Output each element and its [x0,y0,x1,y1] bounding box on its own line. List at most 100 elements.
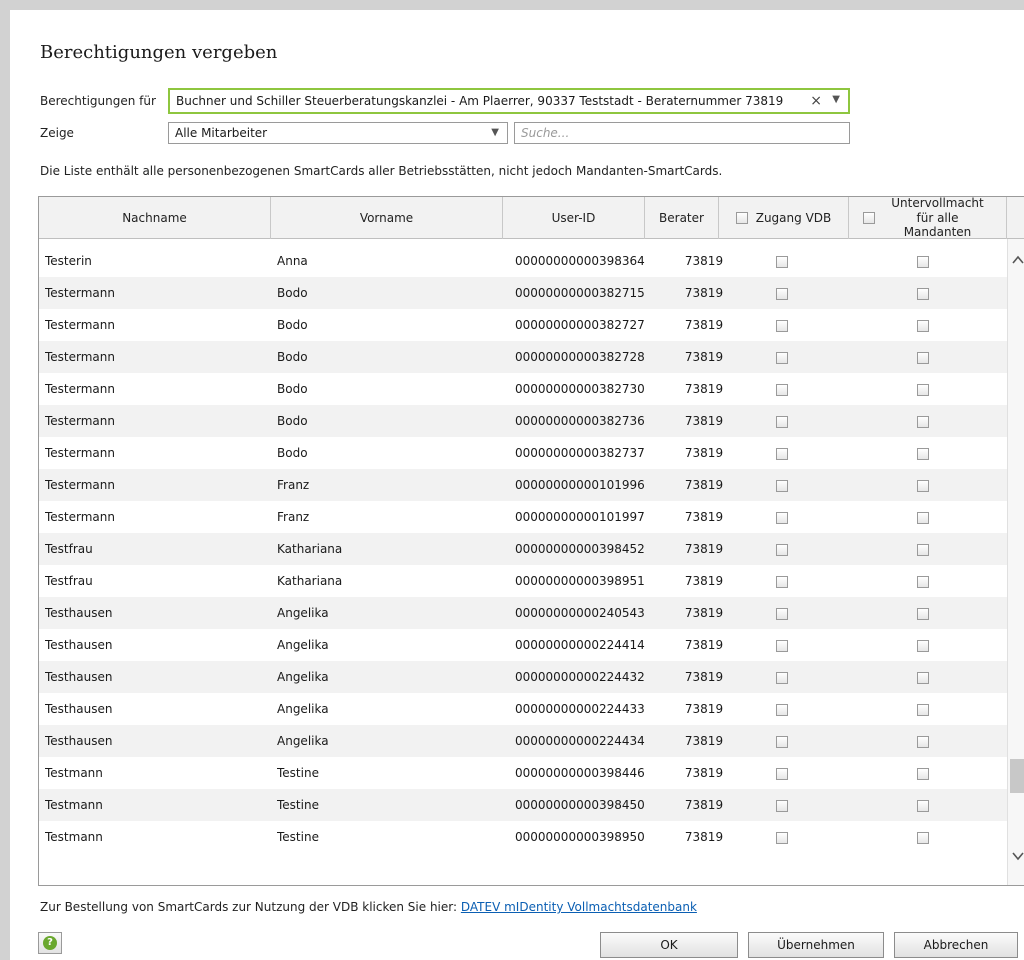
table-row[interactable]: Testermann Bodo 00000000000382736 73819 [39,405,1009,437]
table-row[interactable]: Testermann Bodo 00000000000382715 73819 [39,277,1009,309]
table-row[interactable]: Testermann Bodo 00000000000382737 73819 [39,437,1009,469]
untervollmacht-checkbox[interactable] [917,383,929,396]
zugang-vdb-checkbox[interactable] [776,415,788,428]
untervollmacht-checkbox[interactable] [917,735,929,748]
cell-nachname: Testermann [45,286,115,300]
cell-user-id: 00000000000398951 [515,574,645,588]
untervollmacht-checkbox[interactable] [917,287,929,300]
vdb-order-link[interactable]: DATEV mIDentity Vollmachtsdatenbank [461,900,697,914]
table-header: Nachname Vorname User-ID Berater Zugang … [39,197,1024,239]
column-header-berater[interactable]: Berater [645,197,719,239]
untervollmacht-checkbox[interactable] [917,351,929,364]
permissions-for-combobox[interactable]: Buchner und Schiller Steuerberatungskanz… [168,88,850,114]
scrollbar-thumb[interactable] [1010,759,1024,793]
apply-button[interactable]: Übernehmen [748,932,884,958]
zugang-vdb-checkbox[interactable] [776,639,788,652]
cell-vorname: Kathariana [277,542,343,556]
table-row[interactable]: Testmann Testine 00000000000398446 73819 [39,757,1009,789]
cell-zugang-vdb [719,565,845,597]
chevron-up-icon[interactable] [1011,253,1024,267]
cancel-button[interactable]: Abbrechen [894,932,1018,958]
table-row[interactable]: Testhausen Angelika 00000000000224433 73819 [39,693,1009,725]
untervollmacht-checkbox[interactable] [917,543,929,556]
zugang-vdb-checkbox[interactable] [776,287,788,300]
cell-user-id: 00000000000101996 [515,478,645,492]
search-input[interactable] [514,122,850,144]
ok-button[interactable]: OK [600,932,738,958]
untervollmacht-checkbox[interactable] [917,319,929,332]
cell-untervollmacht [849,277,997,309]
table-row[interactable]: Testhausen Angelika 00000000000224414 73819 [39,629,1009,661]
table-row[interactable]: Testermann Franz 00000000000101997 73819 [39,501,1009,533]
untervollmacht-checkbox[interactable] [917,671,929,684]
cell-vorname: Angelika [277,702,329,716]
table-row[interactable]: Testhausen Angelika 00000000000224434 73819 [39,725,1009,757]
chevron-down-icon[interactable]: ▼ [491,127,499,138]
untervollmacht-checkbox[interactable] [917,831,929,844]
cell-untervollmacht [849,501,997,533]
cell-user-id: 00000000000224434 [515,734,645,748]
zugang-vdb-checkbox[interactable] [776,479,788,492]
help-button[interactable]: ? [38,932,62,954]
untervollmacht-checkbox[interactable] [917,415,929,428]
column-header-user-id[interactable]: User-ID [503,197,645,239]
untervollmacht-checkbox[interactable] [917,703,929,716]
zugang-vdb-checkbox[interactable] [776,767,788,780]
table-row[interactable]: Testhausen Angelika 00000000000240543 73819 [39,597,1009,629]
zugang-vdb-checkbox[interactable] [776,735,788,748]
zugang-vdb-checkbox[interactable] [776,799,788,812]
zugang-vdb-checkbox[interactable] [776,543,788,556]
vertical-scrollbar[interactable] [1007,239,1024,885]
column-header-vorname[interactable]: Vorname [271,197,503,239]
table-row[interactable]: Testerin Anna 00000000000398364 73819 [39,245,1009,277]
untervollmacht-checkbox[interactable] [917,255,929,268]
table-row[interactable]: Testmann Testine 00000000000398950 73819 [39,821,1009,853]
zugang-vdb-checkbox[interactable] [776,319,788,332]
zugang-vdb-checkbox[interactable] [776,511,788,524]
column-header-zugang-vdb[interactable]: Zugang VDB [719,197,849,239]
table-row[interactable]: Testmann Testine 00000000000398450 73819 [39,789,1009,821]
zugang-vdb-checkbox[interactable] [776,255,788,268]
table-row[interactable]: Testermann Bodo 00000000000382728 73819 [39,341,1009,373]
select-all-untervollmacht-checkbox[interactable] [862,212,875,224]
untervollmacht-checkbox[interactable] [917,575,929,588]
zugang-vdb-checkbox[interactable] [776,383,788,396]
zugang-vdb-checkbox[interactable] [776,607,788,620]
untervollmacht-checkbox[interactable] [917,799,929,812]
cell-untervollmacht [849,341,997,373]
cell-nachname: Testermann [45,318,115,332]
cell-nachname: Testhausen [45,606,113,620]
table-row[interactable]: Testermann Franz 00000000000101996 73819 [39,469,1009,501]
cell-vorname: Anna [277,254,308,268]
table-row[interactable]: Testermann Bodo 00000000000382727 73819 [39,309,1009,341]
cell-nachname: Testermann [45,478,115,492]
untervollmacht-checkbox[interactable] [917,511,929,524]
cell-zugang-vdb [719,245,845,277]
untervollmacht-checkbox[interactable] [917,447,929,460]
zugang-vdb-checkbox[interactable] [776,351,788,364]
table-row[interactable]: Testermann Bodo 00000000000382730 73819 [39,373,1009,405]
cell-zugang-vdb [719,469,845,501]
zugang-vdb-checkbox[interactable] [776,671,788,684]
table-row[interactable]: Testhausen Angelika 00000000000224432 73819 [39,661,1009,693]
zugang-vdb-checkbox[interactable] [776,831,788,844]
zugang-vdb-checkbox[interactable] [776,447,788,460]
show-filter-select[interactable]: Alle Mitarbeiter ▼ [168,122,508,144]
untervollmacht-checkbox[interactable] [917,479,929,492]
chevron-down-icon[interactable]: ▼ [832,94,840,105]
zugang-vdb-checkbox[interactable] [776,575,788,588]
clear-icon[interactable]: × [810,93,822,109]
select-all-vdb-checkbox[interactable] [735,212,748,224]
zugang-vdb-checkbox[interactable] [776,703,788,716]
show-filter-value: Alle Mitarbeiter [175,126,268,140]
untervollmacht-checkbox[interactable] [917,607,929,620]
cell-zugang-vdb [719,309,845,341]
untervollmacht-checkbox[interactable] [917,639,929,652]
chevron-down-icon[interactable] [1011,849,1024,863]
help-icon: ? [43,936,57,950]
column-header-nachname[interactable]: Nachname [39,197,271,239]
column-header-untervollmacht[interactable]: Untervollmacht für alle Mandanten [849,197,1007,239]
table-row[interactable]: Testfrau Kathariana 00000000000398951 73819 [39,565,1009,597]
untervollmacht-checkbox[interactable] [917,767,929,780]
table-row[interactable]: Testfrau Kathariana 00000000000398452 73819 [39,533,1009,565]
